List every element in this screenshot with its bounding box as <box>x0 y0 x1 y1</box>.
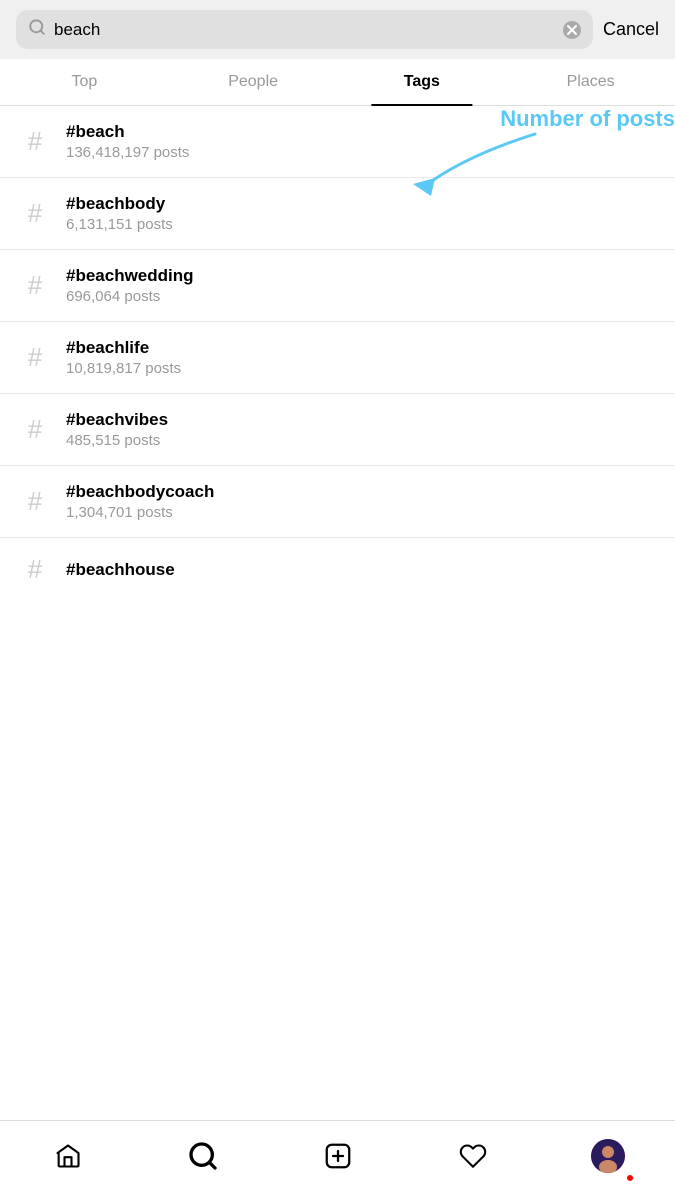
tag-item-beachbody[interactable]: # #beachbody 6,131,151 posts <box>0 178 675 250</box>
avatar <box>591 1139 625 1173</box>
tabs-bar: Top People Tags Places <box>0 59 675 106</box>
nav-home[interactable] <box>43 1131 93 1181</box>
tab-tags[interactable]: Tags <box>338 59 507 105</box>
tag-info-beachlife: #beachlife 10,819,817 posts <box>66 338 181 377</box>
tag-item-beachvibes[interactable]: # #beachvibes 485,515 posts <box>0 394 675 466</box>
hash-icon: # <box>20 270 50 301</box>
nav-add[interactable] <box>313 1131 363 1181</box>
tab-people[interactable]: People <box>169 59 338 105</box>
tag-item-beachhouse[interactable]: # #beachhouse <box>0 538 675 601</box>
tag-posts-beachwedding: 696,064 posts <box>66 288 194 305</box>
tag-name-beachbodycoach: #beachbodycoach <box>66 482 214 502</box>
tag-item-beach[interactable]: # #beach 136,418,197 posts <box>0 106 675 178</box>
tag-info-beachhouse: #beachhouse <box>66 560 175 580</box>
tag-posts-beachlife: 10,819,817 posts <box>66 360 181 377</box>
tag-name-beachvibes: #beachvibes <box>66 410 168 430</box>
nav-search[interactable] <box>178 1131 228 1181</box>
tag-name-beach: #beach <box>66 122 189 142</box>
tag-list: # #beach 136,418,197 posts Number of pos… <box>0 106 675 601</box>
tag-name-beachbody: #beachbody <box>66 194 173 214</box>
hash-icon: # <box>20 342 50 373</box>
hash-icon: # <box>20 126 50 157</box>
tag-name-beachlife: #beachlife <box>66 338 181 358</box>
tag-item-beachwedding[interactable]: # #beachwedding 696,064 posts <box>0 250 675 322</box>
clear-icon[interactable] <box>563 21 581 39</box>
tab-places[interactable]: Places <box>506 59 675 105</box>
search-input-wrapper <box>16 10 593 49</box>
tag-name-beachhouse: #beachhouse <box>66 560 175 580</box>
tag-posts-beachbodycoach: 1,304,701 posts <box>66 504 214 521</box>
tag-info-beachvibes: #beachvibes 485,515 posts <box>66 410 168 449</box>
nav-activity[interactable] <box>448 1131 498 1181</box>
tag-item-beachbodycoach[interactable]: # #beachbodycoach 1,304,701 posts <box>0 466 675 538</box>
hash-icon: # <box>20 414 50 445</box>
tab-top[interactable]: Top <box>0 59 169 105</box>
tag-info-beachbody: #beachbody 6,131,151 posts <box>66 194 173 233</box>
notification-dot <box>625 1173 635 1183</box>
tag-info-beach: #beach 136,418,197 posts <box>66 122 189 161</box>
tag-posts-beachvibes: 485,515 posts <box>66 432 168 449</box>
tag-posts-beach: 136,418,197 posts <box>66 144 189 161</box>
hash-icon: # <box>20 198 50 229</box>
search-bar: Cancel <box>0 0 675 59</box>
hash-icon: # <box>20 486 50 517</box>
first-item-wrapper: # #beach 136,418,197 posts Number of pos… <box>0 106 675 178</box>
hash-icon: # <box>20 554 50 585</box>
search-icon <box>28 18 46 41</box>
cancel-button[interactable]: Cancel <box>603 19 659 40</box>
tag-info-beachbodycoach: #beachbodycoach 1,304,701 posts <box>66 482 214 521</box>
search-input[interactable] <box>54 20 555 40</box>
nav-profile[interactable] <box>583 1131 633 1181</box>
bottom-nav <box>0 1120 675 1200</box>
tag-name-beachwedding: #beachwedding <box>66 266 194 286</box>
tag-item-beachlife[interactable]: # #beachlife 10,819,817 posts <box>0 322 675 394</box>
tag-posts-beachbody: 6,131,151 posts <box>66 216 173 233</box>
tag-info-beachwedding: #beachwedding 696,064 posts <box>66 266 194 305</box>
